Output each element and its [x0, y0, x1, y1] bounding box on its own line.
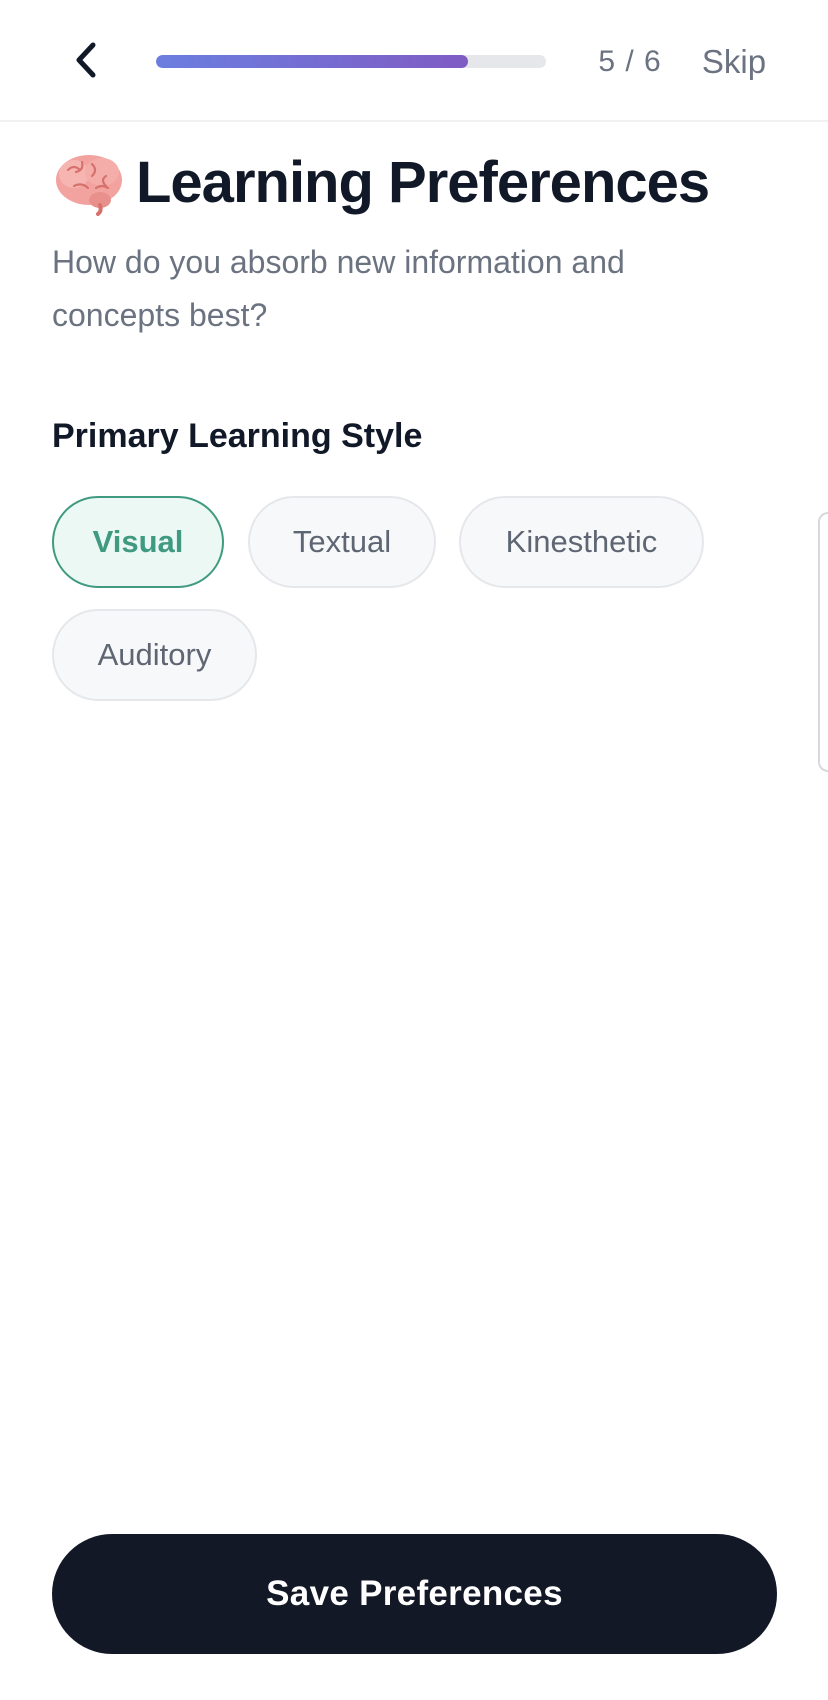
chip-label: Textual [292, 524, 392, 559]
brain-icon [56, 155, 122, 216]
skip-button[interactable]: Skip [694, 38, 774, 86]
chip-auditory[interactable]: Auditory [52, 609, 257, 701]
page-subtitle: How do you absorb new information and co… [52, 244, 625, 333]
onboarding-screen: 5 / 6 Skip Learning Preferences How do y… [0, 0, 828, 1700]
step-counter: 5 / 6 [598, 45, 662, 78]
chip-kinesthetic[interactable]: Kinesthetic [459, 496, 704, 588]
progress-bar-fill [156, 55, 468, 68]
page-title: Learning Preferences [136, 150, 710, 215]
section-label-learning-style: Primary Learning Style [52, 417, 423, 455]
chip-label: Kinesthetic [505, 524, 658, 559]
side-panel-handle[interactable] [818, 512, 828, 772]
chevron-left-icon [76, 42, 96, 78]
chip-textual[interactable]: Textual [248, 496, 436, 588]
chip-label: Visual [92, 524, 184, 559]
chip-label: Auditory [97, 637, 212, 672]
save-button-label: Save Preferences [266, 1574, 563, 1613]
back-button[interactable] [60, 34, 112, 86]
progress-bar [156, 55, 546, 68]
header-bar: 5 / 6 Skip [0, 0, 828, 122]
chip-visual[interactable]: Visual [52, 496, 224, 588]
title-row: Learning Preferences [52, 148, 710, 218]
save-preferences-button[interactable]: Save Preferences [52, 1534, 777, 1654]
